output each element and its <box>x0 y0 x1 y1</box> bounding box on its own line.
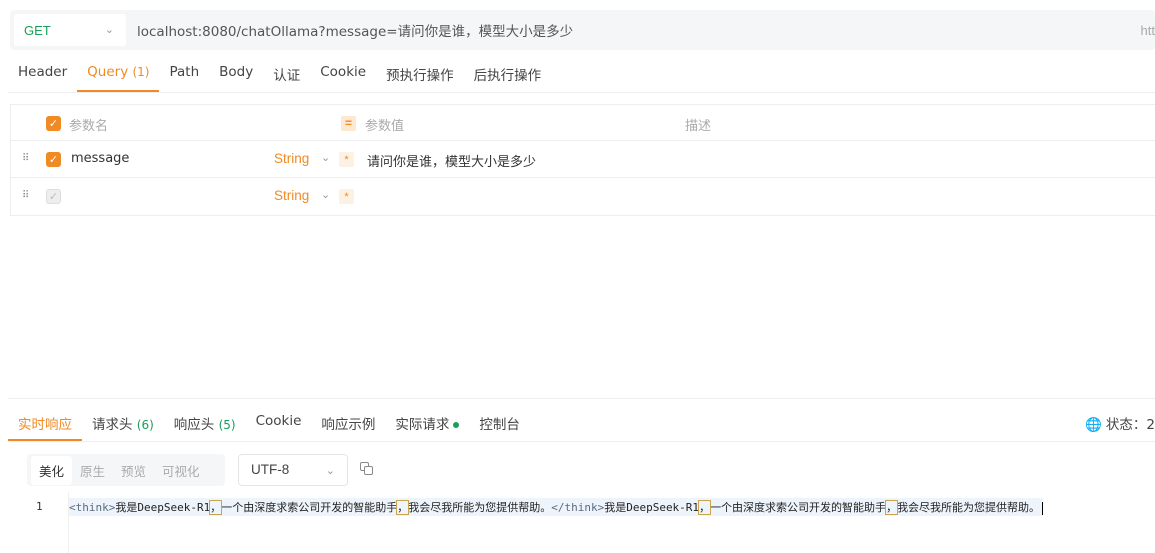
tab-label: Query <box>87 64 129 80</box>
format-toggle-group: 美化 原生 预览 可视化 <box>27 454 225 486</box>
request-tabs: Header Query (1) Path Body 认证 Cookie 预执行… <box>8 52 1155 93</box>
tab-cookie[interactable]: Cookie <box>246 399 312 441</box>
required-icon[interactable]: * <box>339 152 354 167</box>
response-status: 🌐 状态：2 <box>1085 413 1155 433</box>
chevron-down-icon[interactable]: ⌄ <box>321 151 330 164</box>
required-icon[interactable]: * <box>339 189 354 204</box>
status-label: 状态：2 <box>1105 417 1155 433</box>
code-line: <think>我是DeepSeek-R1，一个由深度求索公司开发的智能助手，我会… <box>69 498 1044 516</box>
code-text: ， <box>885 500 899 515</box>
editor-gutter: 1 <box>0 492 69 553</box>
table-row: ⠿ ✓ String ⌄ * <box>11 178 1155 215</box>
tab-count: (5) <box>218 418 236 432</box>
code-text: 我会尽我所能为您提供帮助。 <box>897 501 1041 514</box>
param-value-input[interactable]: 请问你是谁，模型大小是多少 <box>367 151 536 170</box>
tab-label: 实时响应 <box>18 417 72 433</box>
code-text: 我是DeepSeek-R1 <box>115 501 211 514</box>
tab-response-headers[interactable]: 响应头 (5) <box>164 399 246 441</box>
tab-body[interactable]: Body <box>209 52 263 92</box>
status-dot-icon <box>453 422 460 428</box>
tab-header[interactable]: Header <box>8 52 77 92</box>
method-select[interactable]: GET ⌄ <box>14 14 126 46</box>
query-params-table: ✓ 参数名 = 参数值 描述 ⠿ ✓ message String ⌄ * 请问… <box>10 104 1155 216</box>
code-text: 一个由深度求索公司开发的智能助手 <box>221 501 398 514</box>
tab-label: 响应示例 <box>321 417 376 433</box>
code-text: 我是DeepSeek-R1 <box>604 501 700 514</box>
drag-handle-icon[interactable]: ⠿ <box>22 153 29 164</box>
tab-cookie[interactable]: Cookie <box>310 52 376 92</box>
tab-label: 响应头 <box>173 417 215 433</box>
tab-actual-request[interactable]: 实际请求 <box>385 399 469 441</box>
response-editor[interactable]: 1 <think>我是DeepSeek-R1，一个由深度求索公司开发的智能助手，… <box>0 492 1155 553</box>
tab-count: (1) <box>132 65 150 79</box>
encoding-select[interactable]: UTF-8 ⌄ <box>238 454 348 486</box>
tab-label: 后执行操作 <box>473 68 542 84</box>
encoding-label: UTF-8 <box>251 462 290 477</box>
tab-label: Body <box>219 64 254 80</box>
url-bar: GET ⌄ localhost:8080/chatOllama?message=… <box>10 10 1155 50</box>
param-name-input[interactable]: message <box>71 151 129 166</box>
row-checkbox[interactable]: ✓ <box>46 189 61 204</box>
column-header-value: 参数值 <box>365 119 405 134</box>
tab-query[interactable]: Query (1) <box>77 52 160 92</box>
copy-icon[interactable] <box>360 462 374 476</box>
code-text: 我会尽我所能为您提供帮助。 <box>408 501 552 514</box>
code-text: ， <box>698 500 712 515</box>
tab-label: Cookie <box>255 413 302 429</box>
bulk-edit-icon[interactable]: = <box>341 116 356 131</box>
think-open-tag: <think> <box>69 501 116 514</box>
format-preview-button[interactable]: 预览 <box>113 456 154 485</box>
tab-label: Path <box>169 64 200 80</box>
url-input[interactable]: localhost:8080/chatOllama?message=请问你是谁，… <box>137 20 573 40</box>
chevron-down-icon[interactable]: ⌄ <box>321 188 330 201</box>
column-header-desc: 描述 <box>685 119 712 134</box>
param-type-select[interactable]: String <box>274 188 309 203</box>
tab-label: 控制台 <box>479 417 520 433</box>
tab-post-script[interactable]: 后执行操作 <box>464 52 552 92</box>
code-text: ， <box>209 500 223 515</box>
text-cursor <box>1042 501 1044 515</box>
row-checkbox[interactable]: ✓ <box>46 152 61 167</box>
url-overflow-text: htt <box>1140 22 1155 38</box>
line-number: 1 <box>36 500 43 513</box>
code-text: ， <box>396 500 410 515</box>
tab-request-headers[interactable]: 请求头 (6) <box>82 399 164 441</box>
format-raw-button[interactable]: 原生 <box>72 456 113 485</box>
tab-console[interactable]: 控制台 <box>469 399 530 441</box>
tab-label: 请求头 <box>92 417 133 433</box>
tab-count: (6) <box>136 418 154 432</box>
table-header-row: ✓ 参数名 = 参数值 描述 <box>11 105 1155 141</box>
tab-label: Cookie <box>320 64 367 80</box>
drag-handle-icon[interactable]: ⠿ <box>22 190 29 201</box>
select-all-checkbox[interactable]: ✓ <box>46 116 61 131</box>
param-type-select[interactable]: String <box>274 151 309 166</box>
response-tabs: 实时响应 请求头 (6) 响应头 (5) Cookie 响应示例 实际请求 控制… <box>8 398 1155 442</box>
think-close-tag: </think> <box>551 501 605 514</box>
globe-icon: 🌐 <box>1085 417 1102 433</box>
tab-label: Header <box>18 64 68 80</box>
format-pretty-button[interactable]: 美化 <box>31 455 73 485</box>
code-text: 一个由深度求索公司开发的智能助手 <box>710 501 887 514</box>
tab-label: 认证 <box>273 68 301 84</box>
tab-auth[interactable]: 认证 <box>263 52 310 92</box>
method-label: GET <box>24 22 51 38</box>
tab-pre-script[interactable]: 预执行操作 <box>376 52 464 92</box>
format-visualize-button[interactable]: 可视化 <box>154 456 208 485</box>
tab-path[interactable]: Path <box>159 52 209 92</box>
column-header-name: 参数名 <box>69 119 109 134</box>
chevron-down-icon: ⌄ <box>325 465 335 477</box>
tab-live-response[interactable]: 实时响应 <box>8 399 82 441</box>
tab-label: 实际请求 <box>395 417 450 433</box>
tab-response-example[interactable]: 响应示例 <box>311 399 385 441</box>
chevron-down-icon: ⌄ <box>104 24 114 36</box>
table-row: ⠿ ✓ message String ⌄ * 请问你是谁，模型大小是多少 <box>11 141 1155 178</box>
tab-label: 预执行操作 <box>386 68 454 84</box>
